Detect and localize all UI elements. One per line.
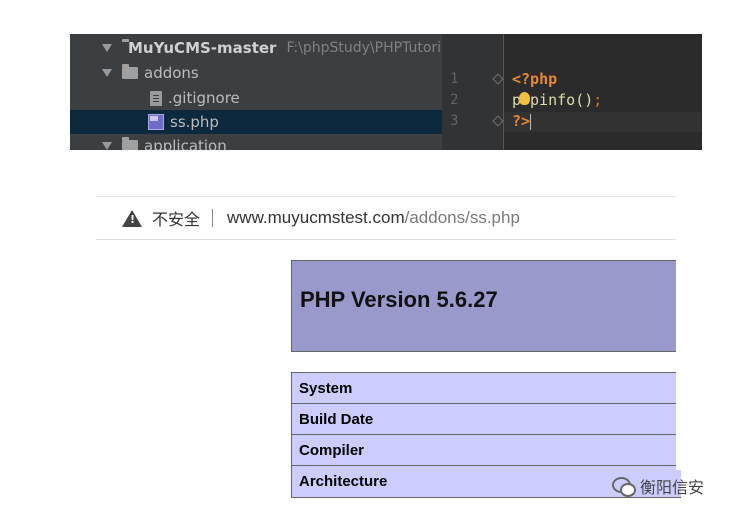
fold-icon[interactable] (492, 73, 504, 85)
project-tree: MuYuCMS-master F:\phpStudy\PHPTutoria ad… (70, 34, 450, 150)
code-editor[interactable]: 1 2 3 <?php p pinfo(); ?> (442, 34, 702, 150)
security-status[interactable]: 不安全 (152, 206, 200, 230)
page-title: PHP Version 5.6.27 (300, 287, 498, 312)
table-row: Compiler (292, 435, 681, 466)
tree-item-gitignore[interactable]: .gitignore (70, 86, 442, 110)
url-host: www.muyucmstest.com (227, 208, 405, 227)
editor-gutter: 1 2 3 (442, 34, 504, 150)
ide-panel: MuYuCMS-master F:\phpStudy\PHPTutoria ad… (70, 34, 702, 150)
code-semicolon: ; (593, 91, 603, 109)
php-open-tag: <?php (512, 70, 558, 88)
project-name: MuYuCMS-master (128, 39, 277, 57)
chevron-down-icon[interactable] (102, 142, 112, 150)
project-path: F:\phpStudy\PHPTutoria (286, 40, 450, 56)
wechat-icon (612, 477, 636, 497)
url-path: /addons/ss.php (404, 208, 520, 227)
line-number: 3 (450, 113, 459, 129)
row-label: Compiler (299, 441, 365, 459)
php-file-icon (148, 114, 164, 130)
watermark: 衡阳信安 (612, 474, 704, 498)
line-number: 2 (450, 92, 459, 108)
php-close-tag: ?> (512, 112, 531, 130)
tree-item-label: addons (144, 64, 199, 82)
chevron-down-icon[interactable] (102, 44, 112, 52)
phpinfo-header: PHP Version 5.6.27 (291, 260, 681, 352)
fold-icon[interactable] (492, 115, 504, 127)
table-row: Build Date (292, 404, 681, 435)
folder-icon (122, 64, 138, 79)
code-function-name: pinfo (530, 91, 576, 109)
lightbulb-icon[interactable] (519, 92, 530, 105)
watermark-text: 衡阳信安 (640, 478, 705, 497)
code-line-3: ?> (504, 112, 702, 132)
chevron-down-icon[interactable] (102, 69, 112, 77)
url-text[interactable]: www.muyucmstest.com/addons/ss.php (227, 208, 520, 228)
folder-icon (122, 137, 138, 150)
line-number: 1 (450, 71, 459, 87)
warning-icon[interactable] (122, 209, 142, 227)
table-row: System (292, 373, 681, 404)
row-label: Architecture (299, 473, 388, 490)
code-parens: () (575, 91, 594, 109)
tree-item-addons[interactable]: addons (70, 61, 442, 85)
tree-item-ss-php[interactable]: ss.php (70, 110, 442, 134)
row-label: System (299, 379, 353, 397)
address-bar[interactable]: 不安全 www.muyucmstest.com/addons/ss.php (96, 197, 676, 240)
crop-mask (676, 180, 736, 470)
code-line-1: <?php (512, 70, 557, 88)
tree-item-label: application (144, 137, 227, 150)
tree-item-project-root[interactable]: MuYuCMS-master F:\phpStudy\PHPTutoria (70, 36, 450, 60)
text-file-icon (150, 90, 162, 106)
tree-item-application[interactable]: application (70, 134, 442, 150)
text-caret (530, 113, 532, 130)
tree-item-label: .gitignore (168, 89, 240, 107)
row-label: Build Date (299, 410, 374, 428)
tree-item-label: ss.php (170, 113, 219, 131)
address-separator (212, 209, 214, 227)
